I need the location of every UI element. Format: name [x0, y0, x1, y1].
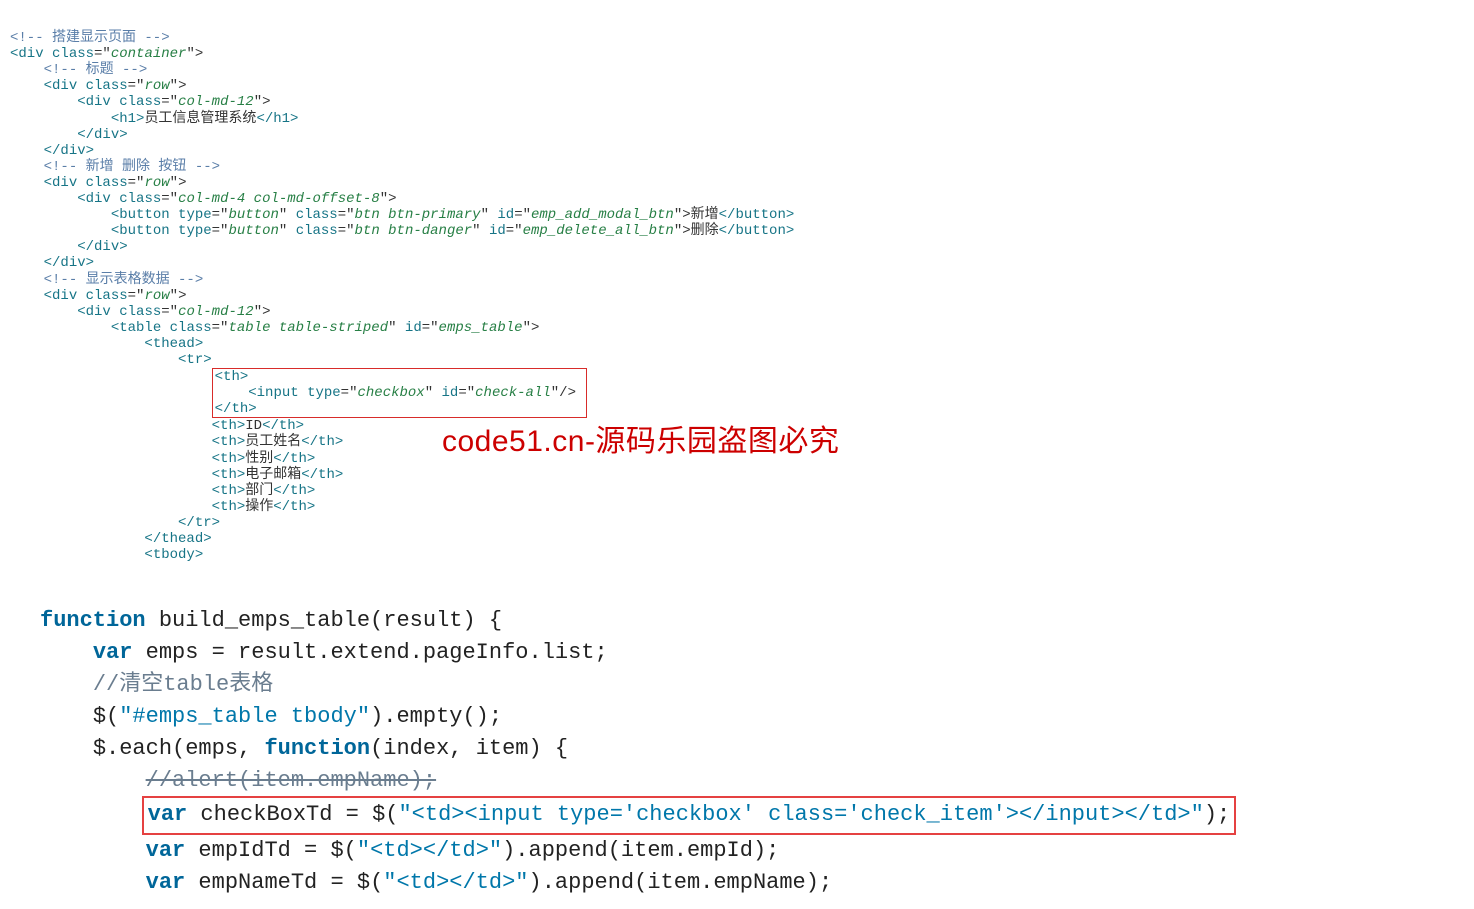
tag: <th>: [212, 499, 246, 515]
tag: <div class="container">: [10, 46, 203, 62]
tag: <div class="col-md-4 col-md-offset-8">: [77, 191, 396, 207]
keyword: var: [146, 838, 186, 863]
tag: <input type="checkbox" id="check-all"/>: [248, 385, 576, 401]
tag: </th>: [273, 451, 315, 467]
comment: <!-- 标题 -->: [44, 62, 148, 78]
tag: <div class="row">: [44, 78, 187, 94]
text: 新增: [691, 207, 719, 223]
tag: <button type="button" class="btn btn-dan…: [111, 223, 691, 239]
tag: <h1>: [111, 111, 145, 127]
code: ).append(item.empName);: [529, 870, 833, 895]
tag: </th>: [273, 483, 315, 499]
code: $(: [93, 704, 119, 729]
code: ).append(item.empId);: [502, 838, 779, 863]
tag: </button>: [719, 223, 795, 239]
tag: <div class="col-md-12">: [77, 94, 270, 110]
string: "<td></td>": [383, 870, 528, 895]
tag: </button>: [719, 207, 795, 223]
code: ).empty();: [370, 704, 502, 729]
tag: <div class="row">: [44, 175, 187, 191]
js-source-block: function build_emps_table(result) { var …: [0, 573, 1474, 909]
tag: <table class="table table-striped" id="e…: [111, 320, 540, 336]
tag: <tbody>: [144, 547, 203, 563]
tag: </th>: [273, 499, 315, 515]
string: "#emps_table tbody": [119, 704, 370, 729]
comment: <!-- 显示表格数据 -->: [44, 272, 204, 288]
text: 员工姓名: [245, 434, 301, 450]
tag: <th>: [212, 483, 246, 499]
text: ID: [245, 418, 262, 434]
tag: <th>: [212, 434, 246, 450]
highlighted-checkbox-td-line: var checkBoxTd = $("<td><input type='che…: [142, 796, 1237, 835]
comment: //清空table表格: [93, 672, 273, 697]
text: 操作: [245, 499, 273, 515]
tag: </th>: [301, 434, 343, 450]
text: 性别: [245, 451, 273, 467]
tag: </div>: [44, 255, 94, 271]
comment: <!-- 新增 删除 按钮 -->: [44, 159, 220, 175]
code: build_emps_table(result) {: [146, 608, 502, 633]
html-source-block: <!-- 搭建显示页面 --> <div class="container"> …: [0, 0, 1474, 573]
keyword: var: [146, 870, 186, 895]
tag: <th>: [212, 418, 246, 434]
tag: <th>: [212, 467, 246, 483]
tag: </div>: [44, 143, 94, 159]
string: "<td></td>": [357, 838, 502, 863]
tag: </tr>: [178, 515, 220, 531]
comment-strike: //alert(item.empName);: [146, 768, 436, 793]
text: 删除: [691, 223, 719, 239]
text: 员工信息管理系统: [144, 111, 256, 127]
tag: <thead>: [144, 336, 203, 352]
tag: <button type="button" class="btn btn-pri…: [111, 207, 691, 223]
code: emps = result.extend.pageInfo.list;: [132, 640, 607, 665]
tag: <th>: [212, 451, 246, 467]
comment: <!-- 搭建显示页面 -->: [10, 30, 170, 46]
tag: </div>: [77, 239, 127, 255]
tag: <tr>: [178, 352, 212, 368]
keyword: function: [40, 608, 146, 633]
code: empIdTd = $(: [185, 838, 357, 863]
code: empNameTd = $(: [185, 870, 383, 895]
keyword: var: [93, 640, 133, 665]
text: 电子邮箱: [245, 467, 301, 483]
keyword: function: [264, 736, 370, 761]
tag: </thead>: [144, 531, 211, 547]
tag: </th>: [301, 467, 343, 483]
highlighted-th-checkbox: <th> <input type="checkbox" id="check-al…: [212, 368, 588, 418]
tag: </th>: [262, 418, 304, 434]
tag: </h1>: [256, 111, 298, 127]
tag: </div>: [77, 127, 127, 143]
text: 部门: [245, 483, 273, 499]
tag: <div class="row">: [44, 288, 187, 304]
code: $.each(emps,: [93, 736, 265, 761]
tag: <div class="col-md-12">: [77, 304, 270, 320]
code: (index, item) {: [370, 736, 568, 761]
